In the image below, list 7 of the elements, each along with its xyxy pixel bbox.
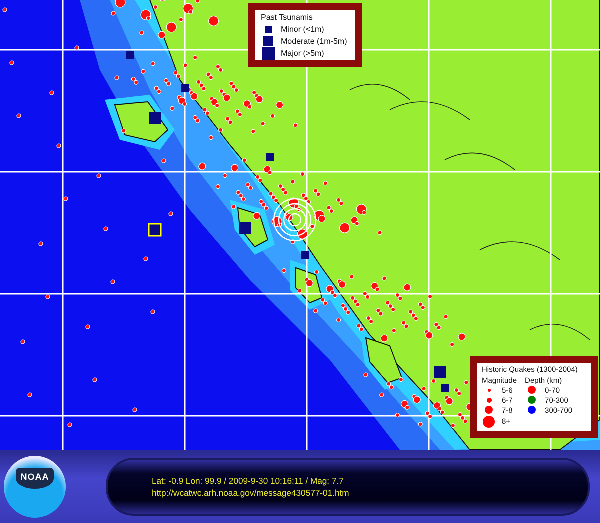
legend-title: Past Tsunamis bbox=[261, 13, 313, 22]
noaa-logo: NOAA bbox=[4, 456, 66, 518]
quake-info-text: Lat: -0.9 Lon: 99.9 / 2009-9-30 10:16:11 / Mag: 7.7 bbox=[152, 476, 345, 486]
legend-label: Moderate (1m-5m) bbox=[281, 36, 348, 46]
legend-label: Major (>5m) bbox=[281, 48, 324, 58]
legend-label: Minor (<1m) bbox=[281, 24, 324, 34]
message-url-text: http://wcatwc.arh.noaa.gov/message430577-01.htm bbox=[152, 488, 350, 498]
